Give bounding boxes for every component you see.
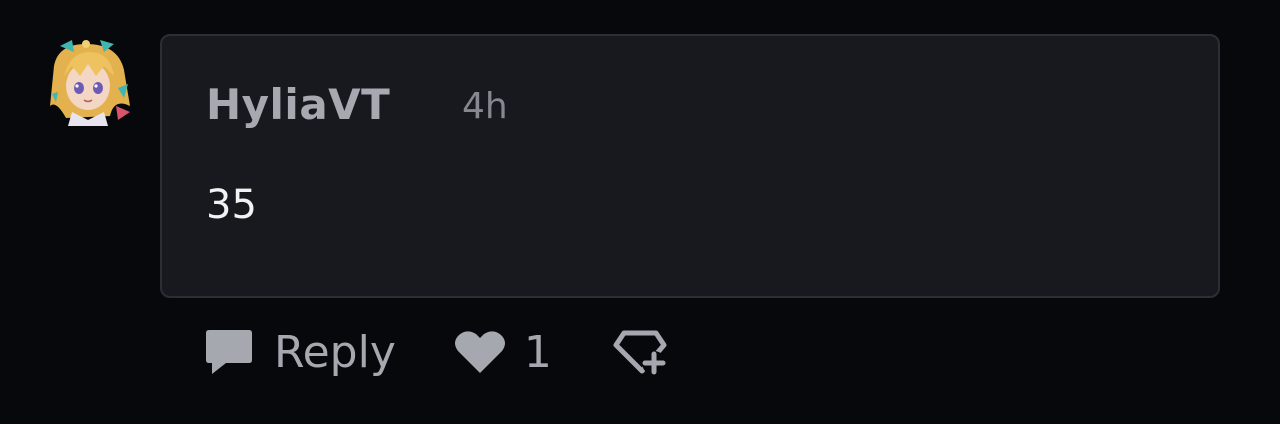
comment-timestamp[interactable]: 4h	[462, 86, 508, 127]
like-count: 1	[523, 326, 552, 378]
avatar[interactable]	[44, 36, 134, 126]
avatar-image	[44, 36, 134, 126]
comment-card: HyliaVT 4h 35	[160, 34, 1220, 298]
award-button[interactable]	[610, 327, 668, 377]
reply-button[interactable]: Reply	[204, 327, 396, 378]
speech-bubble-icon	[204, 328, 254, 376]
reply-label: Reply	[274, 326, 396, 378]
comment-body: 35	[206, 182, 257, 228]
comment-actions: Reply 1	[204, 322, 668, 382]
like-button[interactable]: 1	[454, 327, 552, 378]
comment-username[interactable]: HyliaVT	[206, 80, 390, 129]
heart-icon	[454, 329, 506, 375]
comment-row: HyliaVT 4h 35 Reply 1	[0, 0, 1280, 424]
gem-plus-icon	[610, 327, 668, 377]
